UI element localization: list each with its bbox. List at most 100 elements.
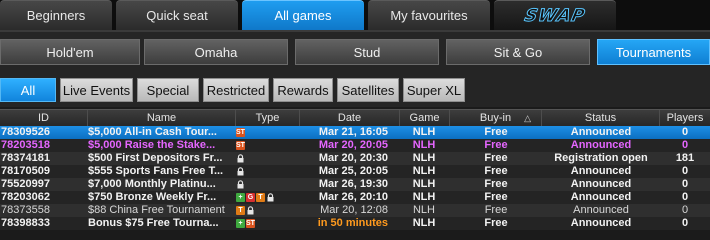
cell-id: 78309526 bbox=[1, 126, 50, 138]
plus-icon: + bbox=[236, 219, 245, 228]
tab-quick-seat[interactable]: Quick seat bbox=[116, 0, 238, 30]
cell-date: in 50 minutes bbox=[317, 217, 388, 229]
table-row[interactable]: 78203062 $750 Bronze Weekly Fr... + G T Ma… bbox=[0, 191, 710, 204]
cell-status: Announced bbox=[570, 178, 632, 190]
table-row[interactable]: 78398833 Bonus $75 Free Tourna... + ST in… bbox=[0, 217, 710, 230]
plus-icon: + bbox=[236, 193, 245, 202]
filter-super-xl[interactable]: Super XL bbox=[403, 78, 465, 102]
filter-restricted[interactable]: Restricted bbox=[203, 78, 269, 102]
cell-name: $7,000 Monthly Platinu... bbox=[88, 178, 216, 190]
table-row[interactable]: 78170509 $555 Sports Fans Free T... Mar … bbox=[0, 165, 710, 178]
cell-buyin: Free bbox=[484, 152, 508, 164]
tab-label: Omaha bbox=[194, 44, 238, 60]
filter-live-events[interactable]: Live Events bbox=[60, 78, 133, 102]
cell-players: 0 bbox=[681, 204, 689, 216]
cell-name: $555 Sports Fans Free T... bbox=[88, 165, 224, 177]
cell-players: 0 bbox=[681, 165, 689, 177]
cell-buyin: Free bbox=[484, 165, 508, 177]
cell-name: Bonus $75 Free Tourna... bbox=[88, 217, 219, 229]
column-header-id[interactable]: ID bbox=[0, 110, 88, 126]
column-header-date[interactable]: Date bbox=[300, 110, 400, 126]
cell-buyin: Free bbox=[484, 204, 508, 216]
cell-type: + ST bbox=[236, 217, 300, 230]
filter-label: Restricted bbox=[206, 82, 266, 98]
tab-all-games[interactable]: All games bbox=[242, 0, 364, 30]
filter-label: All bbox=[20, 82, 36, 98]
tab-sit-and-go[interactable]: Sit & Go bbox=[446, 39, 590, 65]
column-label: Type bbox=[255, 112, 280, 124]
cell-id: 78373558 bbox=[1, 204, 50, 216]
tournament-table-body: 78309526 $5,000 All-in Cash Tour... ST M… bbox=[0, 126, 710, 230]
cell-game: NLH bbox=[412, 217, 436, 229]
cell-type bbox=[236, 178, 300, 191]
column-header-players[interactable]: Players bbox=[660, 110, 710, 126]
cell-game: NLH bbox=[412, 178, 436, 190]
column-header-name[interactable]: Name bbox=[88, 110, 236, 126]
tab-label: Quick seat bbox=[146, 8, 208, 23]
column-label: Buy-in bbox=[479, 112, 512, 124]
cell-status: Announced bbox=[573, 204, 629, 216]
cell-players: 0 bbox=[681, 217, 689, 229]
filter-all[interactable]: All bbox=[0, 78, 56, 102]
filter-label: Rewards bbox=[277, 82, 329, 98]
cell-type bbox=[236, 165, 300, 178]
tab-my-favourites[interactable]: My favourites bbox=[368, 0, 490, 30]
lock-icon bbox=[236, 154, 245, 163]
cell-id: 75520997 bbox=[1, 178, 50, 190]
table-row[interactable]: 78374181 $500 First Depositors Fr... Mar… bbox=[0, 152, 710, 165]
lock-icon bbox=[246, 206, 255, 215]
satellite-ticket-icon: ST bbox=[236, 128, 245, 137]
cell-date: Mar 20, 12:08 bbox=[320, 204, 388, 216]
tab-stud[interactable]: Stud bbox=[295, 39, 439, 65]
cell-game: NLH bbox=[412, 152, 436, 164]
ticket-t-icon: T bbox=[256, 193, 265, 202]
tournament-table-header: ID Name Type Date Game Buy-in △ Status Pl… bbox=[0, 109, 710, 126]
cell-id: 78374181 bbox=[1, 152, 50, 164]
ticket-t-icon: T bbox=[236, 206, 245, 215]
cell-game: NLH bbox=[412, 165, 436, 177]
cell-name: $88 China Free Tournament bbox=[88, 204, 225, 216]
lock-icon bbox=[236, 180, 245, 189]
filter-special[interactable]: Special bbox=[137, 78, 199, 102]
cell-buyin: Free bbox=[484, 126, 508, 138]
cell-type: + G T bbox=[236, 191, 300, 204]
tab-label: Hold'em bbox=[46, 44, 94, 60]
tab-beginners[interactable]: Beginners bbox=[0, 0, 112, 30]
tab-label: Tournaments bbox=[615, 44, 692, 60]
cell-date: Mar 26, 20:10 bbox=[318, 191, 388, 203]
filter-satellites[interactable]: Satellites bbox=[337, 78, 399, 102]
cell-status: Announced bbox=[570, 191, 632, 203]
tab-tournaments[interactable]: Tournaments bbox=[597, 39, 710, 65]
table-row[interactable]: 78373558 $88 China Free Tournament T Mar… bbox=[0, 204, 710, 217]
table-row[interactable]: 78203518 $5,000 Raise the Stake... ST Ma… bbox=[0, 139, 710, 152]
cell-players: 0 bbox=[681, 178, 689, 190]
cell-date: Mar 26, 19:30 bbox=[318, 178, 388, 190]
filter-label: Special bbox=[146, 82, 190, 98]
column-header-status[interactable]: Status bbox=[542, 110, 660, 126]
cell-players: 0 bbox=[681, 191, 689, 203]
cell-game: NLH bbox=[412, 191, 436, 203]
column-label: ID bbox=[38, 112, 49, 124]
column-header-game[interactable]: Game bbox=[400, 110, 450, 126]
lock-icon bbox=[266, 193, 275, 202]
cell-type: ST bbox=[236, 126, 300, 139]
lock-icon bbox=[236, 167, 245, 176]
table-row[interactable]: 75520997 $7,000 Monthly Platinu... Mar 2… bbox=[0, 178, 710, 191]
cell-date: Mar 20, 20:30 bbox=[318, 152, 388, 164]
column-label: Game bbox=[409, 112, 440, 124]
column-header-type[interactable]: Type bbox=[236, 110, 300, 126]
column-header-buyin[interactable]: Buy-in △ bbox=[450, 110, 542, 126]
cell-players: 181 bbox=[675, 152, 695, 164]
filter-label: Super XL bbox=[406, 82, 462, 98]
table-row[interactable]: 78309526 $5,000 All-in Cash Tour... ST M… bbox=[0, 126, 710, 139]
column-label: Name bbox=[146, 112, 177, 124]
filter-rewards[interactable]: Rewards bbox=[273, 78, 333, 102]
cell-game: NLH bbox=[412, 204, 435, 216]
tab-omaha[interactable]: Omaha bbox=[144, 39, 288, 65]
cell-name: $500 First Depositors Fr... bbox=[88, 152, 223, 164]
tab-swap[interactable]: SWAP bbox=[494, 0, 616, 30]
tab-holdem[interactable]: Hold'em bbox=[0, 39, 140, 65]
cell-type: ST bbox=[236, 139, 300, 152]
column-label: Date bbox=[337, 112, 362, 124]
column-label: Players bbox=[666, 112, 704, 124]
